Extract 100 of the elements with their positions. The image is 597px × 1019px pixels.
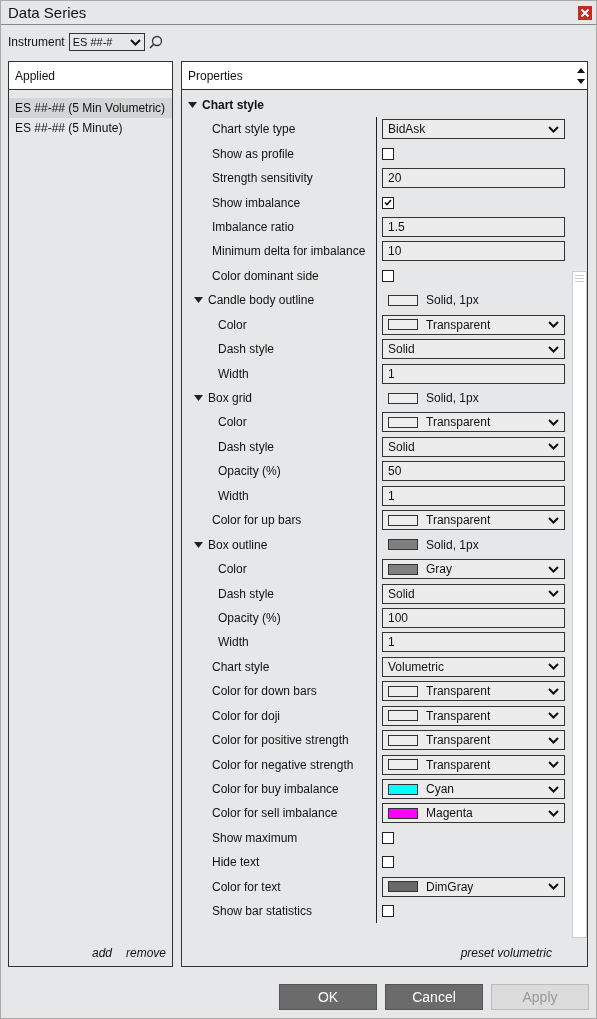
chevron-down-icon bbox=[548, 565, 559, 573]
series-item[interactable]: ES ##-## (5 Minute) bbox=[9, 118, 172, 138]
property-label: Color for sell imbalance bbox=[212, 806, 338, 821]
property-label: Width bbox=[218, 488, 249, 503]
color-dropdown[interactable]: Transparent bbox=[382, 681, 565, 702]
checkbox[interactable] bbox=[382, 905, 394, 918]
property-label: Color bbox=[218, 562, 247, 577]
property-label: Box outline bbox=[208, 537, 268, 552]
input-field[interactable]: 20 bbox=[382, 168, 565, 189]
dropdown[interactable]: Solid bbox=[382, 339, 565, 360]
chevron-down-icon bbox=[129, 38, 141, 46]
dialog-button[interactable]: OK bbox=[279, 984, 377, 1010]
property-label: Hide text bbox=[212, 855, 260, 870]
expand-triangle-icon[interactable] bbox=[188, 102, 197, 108]
property-label: Opacity (%) bbox=[218, 464, 281, 479]
property-label: Strength sensitivity bbox=[212, 171, 313, 186]
color-dropdown[interactable]: Transparent bbox=[382, 730, 565, 751]
property-label: Show as profile bbox=[212, 146, 295, 161]
chevron-down-icon bbox=[548, 516, 559, 524]
link[interactable]: remove bbox=[126, 946, 166, 960]
color-dropdown[interactable]: Transparent bbox=[382, 412, 565, 433]
input-field[interactable]: 10 bbox=[382, 241, 565, 262]
property-label: Chart style bbox=[212, 659, 270, 674]
property-label: Show imbalance bbox=[212, 195, 301, 210]
input-field[interactable]: 1 bbox=[382, 363, 565, 384]
property-label: Color for up bars bbox=[212, 513, 302, 528]
property-label: Candle body outline bbox=[208, 293, 315, 308]
chevron-down-icon bbox=[548, 883, 559, 891]
dialog-button[interactable]: Cancel bbox=[385, 984, 483, 1010]
input-field[interactable]: 100 bbox=[382, 607, 565, 628]
property-label: Show maximum bbox=[212, 830, 298, 845]
chevron-down-icon bbox=[548, 321, 559, 329]
color-dropdown[interactable]: Transparent bbox=[382, 754, 565, 775]
chevron-down-icon bbox=[548, 687, 559, 695]
property-label: Minimum delta for imbalance bbox=[212, 244, 366, 259]
property-label: Color for down bars bbox=[212, 684, 317, 699]
chevron-down-icon bbox=[548, 345, 559, 353]
link[interactable]: add bbox=[91, 946, 112, 960]
property-label: Width bbox=[218, 366, 249, 381]
scrollbar-thumb[interactable] bbox=[572, 271, 587, 938]
close-icon[interactable] bbox=[578, 5, 592, 20]
color-dropdown[interactable]: Transparent bbox=[382, 705, 565, 726]
chevron-down-icon bbox=[548, 443, 559, 451]
property-label: Color for negative strength bbox=[212, 757, 354, 772]
checkbox[interactable] bbox=[382, 831, 394, 844]
link[interactable]: preset volumetric bbox=[460, 946, 552, 960]
checkbox[interactable] bbox=[382, 147, 394, 160]
color-dropdown[interactable]: Cyan bbox=[382, 779, 565, 800]
property-label: Dash style bbox=[218, 586, 275, 601]
chevron-down-icon bbox=[548, 590, 559, 598]
property-label: Show bar statistics bbox=[212, 904, 313, 919]
checkbox[interactable] bbox=[382, 856, 394, 869]
instrument-dropdown[interactable]: ES ##-# bbox=[68, 33, 145, 51]
window-title: Data Series bbox=[8, 4, 87, 21]
chevron-down-icon bbox=[548, 809, 559, 817]
dropdown[interactable]: Solid bbox=[382, 436, 565, 457]
chevron-down-icon bbox=[548, 663, 559, 671]
property-label: Color for buy imbalance bbox=[212, 782, 339, 797]
color-dropdown[interactable]: Transparent bbox=[382, 314, 565, 335]
expand-triangle-icon[interactable] bbox=[194, 297, 203, 304]
expand-triangle-icon[interactable] bbox=[194, 395, 203, 402]
checkbox[interactable] bbox=[382, 196, 394, 209]
expand-triangle-icon[interactable] bbox=[194, 541, 203, 548]
series-item[interactable]: ES ##-## (5 Min Volumetric) bbox=[9, 98, 172, 118]
property-label: Box grid bbox=[208, 391, 253, 406]
panel-title: Applied bbox=[15, 68, 56, 83]
property-label: Opacity (%) bbox=[218, 610, 281, 625]
dropdown[interactable]: Volumetric bbox=[382, 656, 565, 677]
chevron-down-icon bbox=[548, 125, 559, 133]
stroke-value: Solid, 1px bbox=[426, 293, 479, 308]
chevron-down-icon bbox=[548, 418, 559, 426]
property-label: Color bbox=[218, 415, 247, 430]
spinner-arrows-icon[interactable] bbox=[577, 66, 585, 85]
stroke-value: Solid, 1px bbox=[426, 537, 479, 552]
section-title: Chart style bbox=[202, 98, 265, 112]
property-label: Dash style bbox=[218, 342, 275, 357]
search-icon[interactable] bbox=[148, 35, 163, 49]
input-field[interactable]: 1.5 bbox=[382, 216, 565, 237]
property-label: Width bbox=[218, 635, 249, 650]
property-label: Color for positive strength bbox=[212, 733, 349, 748]
stroke-value: Solid, 1px bbox=[426, 391, 479, 406]
dropdown[interactable]: BidAsk bbox=[382, 119, 565, 140]
input-field[interactable]: 50 bbox=[382, 461, 565, 482]
instrument-label: Instrument bbox=[8, 35, 65, 49]
input-field[interactable]: 1 bbox=[382, 485, 565, 506]
property-label: Color for doji bbox=[212, 708, 281, 723]
color-dropdown[interactable]: Transparent bbox=[382, 510, 565, 531]
color-dropdown[interactable]: Gray bbox=[382, 559, 565, 580]
property-label: Dash style bbox=[218, 439, 275, 454]
color-dropdown[interactable]: DimGray bbox=[382, 876, 565, 897]
chevron-down-icon bbox=[548, 712, 559, 720]
chevron-down-icon bbox=[548, 785, 559, 793]
chevron-down-icon bbox=[548, 736, 559, 744]
input-field[interactable]: 1 bbox=[382, 632, 565, 653]
panel-title: Properties bbox=[188, 68, 243, 83]
color-dropdown[interactable]: Magenta bbox=[382, 803, 565, 824]
property-label: Color for text bbox=[212, 879, 281, 894]
property-label: Color bbox=[218, 317, 247, 332]
dropdown[interactable]: Solid bbox=[382, 583, 565, 604]
checkbox[interactable] bbox=[382, 269, 394, 282]
